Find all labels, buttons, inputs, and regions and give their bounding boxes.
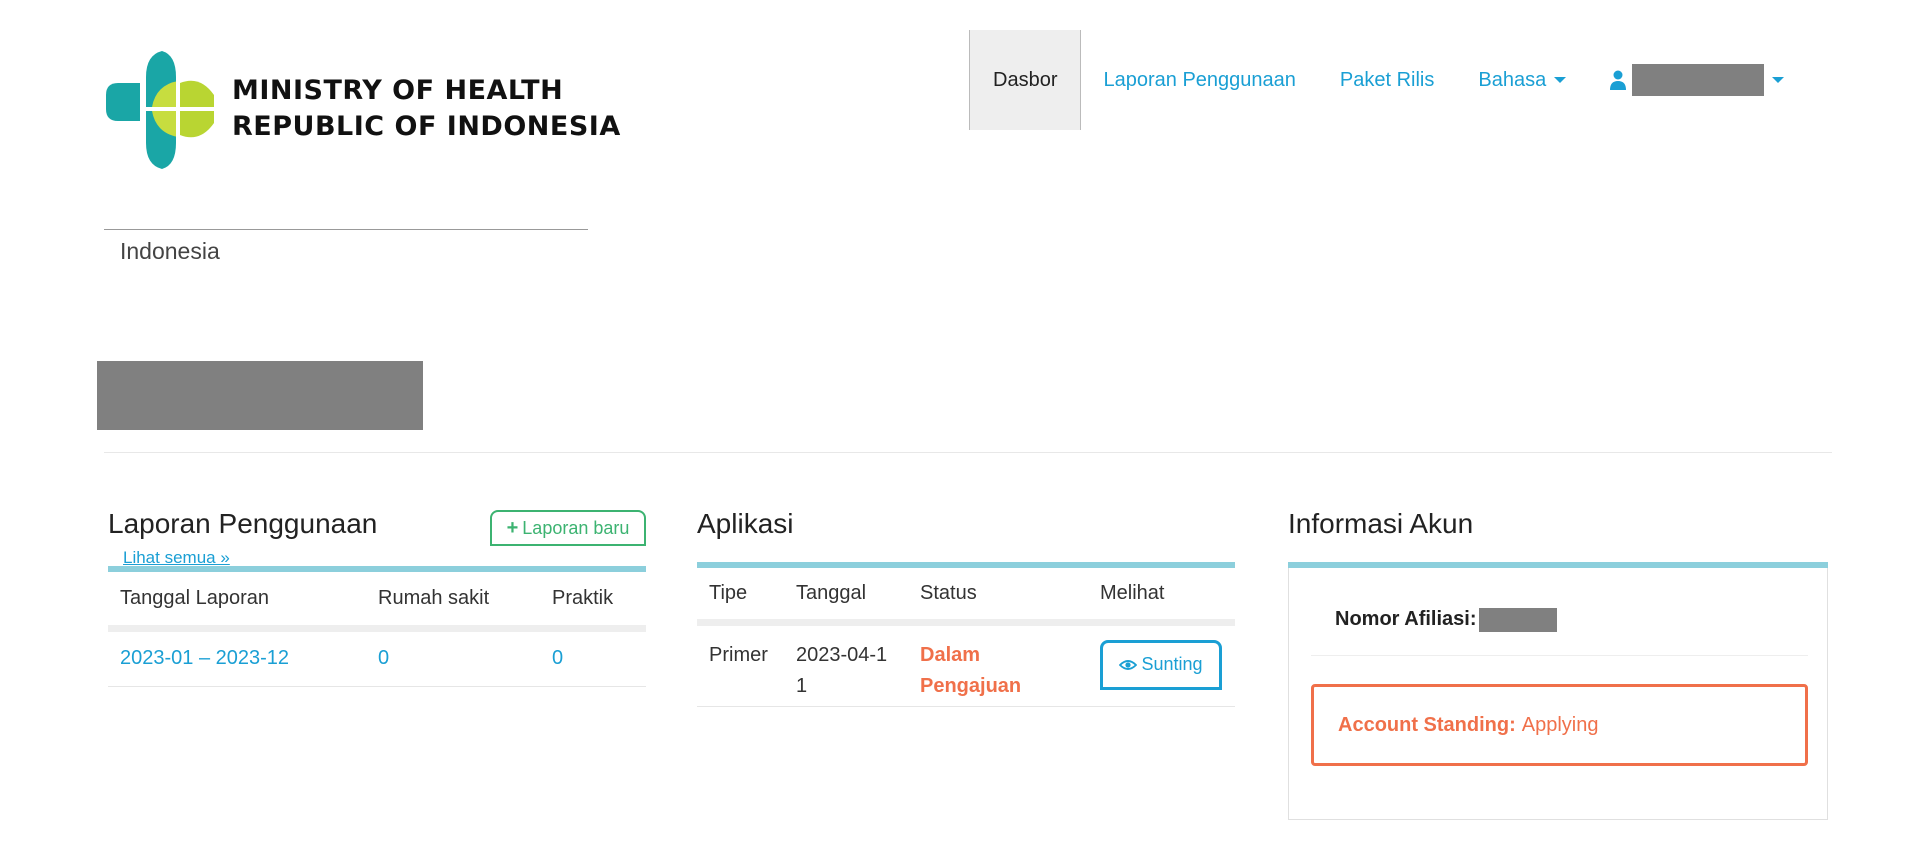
logo-text: MINISTRY OF HEALTH REPUBLIC OF INDONESIA <box>232 73 621 145</box>
application-type: Primer <box>697 622 784 707</box>
affiliate-number-label: Nomor Afiliasi: <box>1335 608 1477 630</box>
new-report-label: Laporan baru <box>522 517 630 538</box>
nav-dashboard[interactable]: Dasbor <box>969 30 1082 130</box>
applications-panel: Aplikasi Tipe Tanggal Status Melihat Pri… <box>697 500 1235 707</box>
main-nav: Dasbor Laporan Penggunaan Paket Rilis Ba… <box>969 30 1806 130</box>
eye-icon <box>1119 659 1138 670</box>
hospital-count-link[interactable]: 0 <box>378 647 389 669</box>
user-icon <box>1610 70 1627 90</box>
plus-icon: + <box>506 516 519 539</box>
column-header: Rumah sakit <box>366 572 540 632</box>
nav-usage-reports[interactable]: Laporan Penggunaan <box>1081 30 1317 130</box>
table-row: Primer 2023-04-11 Dalam Pengajuan Suntin… <box>697 622 1235 707</box>
ministry-logo[interactable]: MINISTRY OF HEALTH REPUBLIC OF INDONESIA <box>104 44 620 174</box>
ministry-emblem-icon <box>106 51 216 169</box>
affiliate-number-row: Nomor Afiliasi: <box>1311 608 1808 656</box>
panel-title: Informasi Akun <box>1288 508 1474 539</box>
caret-down-icon <box>1554 77 1567 83</box>
applications-table: Tipe Tanggal Status Melihat Primer 2023-… <box>697 568 1235 707</box>
logo-line-2: REPUBLIC OF INDONESIA <box>232 111 621 142</box>
column-header: Melihat <box>1088 568 1235 626</box>
panel-title: Laporan Penggunaan <box>108 508 378 539</box>
new-report-button[interactable]: + Laporan baru <box>490 510 646 546</box>
country-label: Indonesia <box>120 238 220 264</box>
account-info-box: Nomor Afiliasi: Account Standing: Applyi… <box>1288 568 1828 820</box>
caret-down-icon <box>1772 77 1785 83</box>
divider <box>104 452 1832 453</box>
panel-title: Aplikasi <box>697 508 794 539</box>
account-standing-label: Account Standing: <box>1338 713 1516 736</box>
redacted-affiliate-number <box>1478 608 1557 632</box>
application-date: 2023-04-11 <box>784 622 908 707</box>
column-header: Status <box>908 568 1088 626</box>
account-standing-alert: Account Standing: Applying <box>1311 684 1808 766</box>
account-info-panel: Informasi Akun Nomor Afiliasi: Account S… <box>1288 500 1828 820</box>
divider <box>104 229 588 230</box>
see-all-link[interactable]: Lihat semua » <box>123 548 230 568</box>
column-header: Tipe <box>697 568 784 626</box>
column-header: Tanggal Laporan <box>108 572 366 632</box>
report-period-link[interactable]: 2023-01 – 2023-12 <box>120 647 289 669</box>
nav-release-packages[interactable]: Paket Rilis <box>1318 30 1456 130</box>
usage-table: Tanggal Laporan Rumah sakit Praktik 2023… <box>108 572 646 687</box>
table-row: 2023-01 – 2023-12 0 0 <box>108 628 646 687</box>
usage-report-panel: Laporan Penggunaan + Laporan baru Lihat … <box>108 500 646 687</box>
nav-language-label: Bahasa <box>1478 68 1547 91</box>
column-header: Praktik <box>540 572 646 632</box>
practice-count-link[interactable]: 0 <box>552 647 563 669</box>
nav-user-dropdown[interactable] <box>1588 30 1806 130</box>
status-badge: Dalam Pengajuan <box>920 643 1022 697</box>
nav-language-dropdown[interactable]: Bahasa <box>1456 30 1588 130</box>
logo-line-1: MINISTRY OF HEALTH <box>232 75 564 106</box>
account-standing-value: Applying <box>1521 713 1599 736</box>
edit-button[interactable]: Sunting <box>1100 639 1222 690</box>
column-header: Tanggal <box>784 568 908 626</box>
redacted-page-title <box>97 361 423 430</box>
redacted-username <box>1632 64 1765 96</box>
edit-label: Sunting <box>1141 654 1203 674</box>
